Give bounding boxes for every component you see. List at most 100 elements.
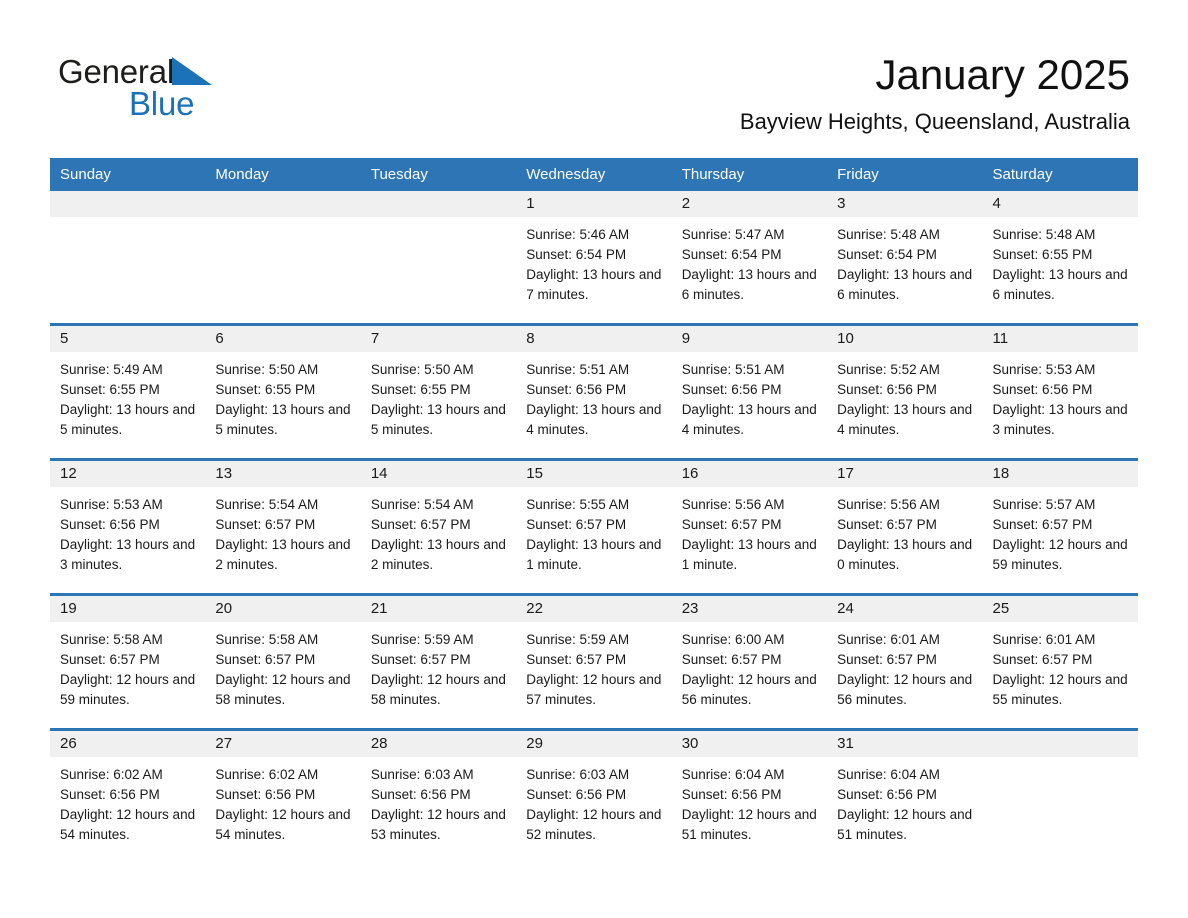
sunrise-sunset-calendar: Sunday Monday Tuesday Wednesday Thursday Frid…	[50, 158, 1138, 863]
day-cell-inner: 18 Sunrise: 5:57 AM Sunset: 6:57 PM Dayligh…	[982, 461, 1138, 593]
weekday-header-tuesday: Tuesday	[360, 158, 517, 191]
day-cell-inner: 30 Sunrise: 6:04 AM Sunset: 6:56 PM Dayligh…	[671, 731, 828, 863]
day-details: Sunrise: 5:59 AM Sunset: 6:57 PM Daylight:…	[361, 622, 516, 710]
day-cell-inner: 12 Sunrise: 5:53 AM Sunset: 6:56 PM Dayligh…	[50, 461, 206, 593]
calendar-day-cell[interactable]: 17 Sunrise: 5:56 AM Sunset: 6:57 PM Dayligh…	[827, 458, 983, 595]
day-number: 29	[516, 731, 672, 757]
sunrise-text: Sunrise: 5:48 AM	[992, 227, 1096, 242]
sunset-text: Sunset: 6:55 PM	[60, 382, 160, 397]
daylight-text: Daylight: 12 hours and 58 minutes.	[370, 672, 506, 707]
calendar-day-cell[interactable]: 6 Sunrise: 5:50 AM Sunset: 6:55 PM Daylight…	[205, 323, 361, 460]
sunrise-text: Sunrise: 6:03 AM	[370, 767, 474, 782]
calendar-day-cell[interactable]: 31 Sunrise: 6:04 AM Sunset: 6:56 PM Dayligh…	[827, 728, 983, 863]
calendar-day-cell[interactable]: 7 Sunrise: 5:50 AM Sunset: 6:55 PM Daylight…	[360, 323, 517, 460]
sunrise-text: Sunrise: 6:01 AM	[992, 632, 1096, 647]
day-details: Sunrise: 5:49 AM Sunset: 6:55 PM Daylight:…	[50, 352, 205, 440]
daylight-text: Daylight: 13 hours and 6 minutes.	[837, 267, 973, 302]
weekday-header-friday: Friday	[827, 158, 983, 191]
day-cell-inner: 19 Sunrise: 5:58 AM Sunset: 6:57 PM Dayligh…	[50, 596, 206, 728]
calendar-day-cell[interactable]: 20 Sunrise: 5:58 AM Sunset: 6:57 PM Dayligh…	[205, 593, 361, 730]
calendar-day-cell[interactable]: 27 Sunrise: 6:02 AM Sunset: 6:56 PM Dayligh…	[205, 728, 361, 863]
sunrise-text: Sunrise: 5:50 AM	[370, 362, 474, 377]
calendar-day-cell[interactable]: 13 Sunrise: 5:54 AM Sunset: 6:57 PM Dayligh…	[205, 458, 361, 595]
sunrise-text: Sunrise: 5:59 AM	[526, 632, 630, 647]
calendar-day-cell[interactable]: 2 Sunrise: 5:47 AM Sunset: 6:54 PM Daylight…	[671, 191, 828, 325]
day-number	[360, 191, 517, 217]
day-details: Sunrise: 6:04 AM Sunset: 6:56 PM Daylight:…	[827, 757, 982, 845]
calendar-day-cell[interactable]: 28 Sunrise: 6:03 AM Sunset: 6:56 PM Dayligh…	[360, 728, 517, 863]
day-details: Sunrise: 5:46 AM Sunset: 6:54 PM Daylight:…	[516, 217, 671, 305]
sunrise-text: Sunrise: 5:50 AM	[215, 362, 319, 377]
calendar-day-cell[interactable]: 23 Sunrise: 6:00 AM Sunset: 6:57 PM Dayligh…	[671, 593, 828, 730]
weekday-header-monday: Monday	[205, 158, 361, 191]
calendar-day-cell[interactable]: 11 Sunrise: 5:53 AM Sunset: 6:56 PM Dayligh…	[982, 323, 1138, 460]
daylight-text: Daylight: 13 hours and 6 minutes.	[681, 267, 817, 302]
day-details: Sunrise: 5:52 AM Sunset: 6:56 PM Daylight:…	[827, 352, 982, 440]
calendar-day-cell[interactable]: 12 Sunrise: 5:53 AM Sunset: 6:56 PM Dayligh…	[50, 458, 206, 595]
calendar-day-cell[interactable]: 26 Sunrise: 6:02 AM Sunset: 6:56 PM Dayligh…	[50, 728, 206, 863]
weekday-header-wednesday: Wednesday	[516, 158, 672, 191]
calendar-day-cell[interactable]: 8 Sunrise: 5:51 AM Sunset: 6:56 PM Daylight…	[516, 323, 672, 460]
day-cell-inner: 29 Sunrise: 6:03 AM Sunset: 6:56 PM Dayligh…	[516, 731, 672, 863]
calendar-day-cell[interactable]: 21 Sunrise: 5:59 AM Sunset: 6:57 PM Dayligh…	[360, 593, 517, 730]
daylight-text: Daylight: 12 hours and 56 minutes.	[837, 672, 973, 707]
day-details: Sunrise: 5:56 AM Sunset: 6:57 PM Daylight:…	[672, 487, 827, 575]
calendar-day-cell[interactable]: 29 Sunrise: 6:03 AM Sunset: 6:56 PM Dayligh…	[516, 728, 672, 863]
day-number: 28	[360, 731, 517, 757]
day-details: Sunrise: 5:47 AM Sunset: 6:54 PM Daylight:…	[672, 217, 827, 305]
calendar-day-cell-empty	[982, 728, 1138, 863]
day-cell-inner: 10 Sunrise: 5:52 AM Sunset: 6:56 PM Dayligh…	[827, 326, 983, 458]
calendar-day-cell[interactable]: 4 Sunrise: 5:48 AM Sunset: 6:55 PM Daylight…	[982, 191, 1138, 325]
sunset-text: Sunset: 6:57 PM	[681, 517, 782, 532]
daylight-text: Daylight: 13 hours and 5 minutes.	[370, 402, 506, 437]
calendar-day-cell[interactable]: 16 Sunrise: 5:56 AM Sunset: 6:57 PM Dayligh…	[671, 458, 828, 595]
day-cell-inner: 11 Sunrise: 5:53 AM Sunset: 6:56 PM Dayligh…	[982, 326, 1138, 458]
day-cell-inner	[205, 191, 361, 323]
calendar-day-cell[interactable]: 24 Sunrise: 6:01 AM Sunset: 6:57 PM Dayligh…	[827, 593, 983, 730]
brand-logo[interactable]: General Blue	[58, 52, 358, 132]
daylight-text: Daylight: 13 hours and 6 minutes.	[992, 267, 1128, 302]
calendar-day-cell[interactable]: 14 Sunrise: 5:54 AM Sunset: 6:57 PM Dayligh…	[360, 458, 517, 595]
calendar-day-cell[interactable]: 25 Sunrise: 6:01 AM Sunset: 6:57 PM Dayligh…	[982, 593, 1138, 730]
daylight-text: Daylight: 13 hours and 4 minutes.	[526, 402, 662, 437]
calendar-day-cell[interactable]: 18 Sunrise: 5:57 AM Sunset: 6:57 PM Dayligh…	[982, 458, 1138, 595]
sunrise-text: Sunrise: 5:51 AM	[681, 362, 785, 377]
daylight-text: Daylight: 13 hours and 4 minutes.	[681, 402, 817, 437]
calendar-day-cell[interactable]: 15 Sunrise: 5:55 AM Sunset: 6:57 PM Dayligh…	[516, 458, 672, 595]
daylight-text: Daylight: 12 hours and 52 minutes.	[526, 807, 662, 842]
sunrise-text: Sunrise: 5:58 AM	[215, 632, 319, 647]
day-number: 31	[827, 731, 983, 757]
day-number	[982, 731, 1138, 757]
sunrise-text: Sunrise: 6:03 AM	[526, 767, 630, 782]
brand-name-blue: Blue	[129, 85, 195, 122]
day-cell-inner: 23 Sunrise: 6:00 AM Sunset: 6:57 PM Dayligh…	[671, 596, 828, 728]
day-number: 8	[516, 326, 672, 352]
calendar-day-cell[interactable]: 3 Sunrise: 5:48 AM Sunset: 6:54 PM Daylight…	[827, 191, 983, 325]
day-details: Sunrise: 5:57 AM Sunset: 6:57 PM Daylight:…	[983, 487, 1138, 575]
sunrise-text: Sunrise: 5:47 AM	[681, 227, 785, 242]
day-cell-inner: 31 Sunrise: 6:04 AM Sunset: 6:56 PM Dayligh…	[827, 731, 983, 863]
calendar-day-cell[interactable]: 19 Sunrise: 5:58 AM Sunset: 6:57 PM Dayligh…	[50, 593, 206, 730]
day-cell-inner: 16 Sunrise: 5:56 AM Sunset: 6:57 PM Dayligh…	[671, 461, 828, 593]
sunset-text: Sunset: 6:56 PM	[526, 787, 627, 802]
calendar-day-cell[interactable]: 5 Sunrise: 5:49 AM Sunset: 6:55 PM Daylight…	[50, 323, 206, 460]
calendar-day-cell[interactable]: 1 Sunrise: 5:46 AM Sunset: 6:54 PM Daylight…	[516, 191, 672, 325]
calendar-day-cell[interactable]: 10 Sunrise: 5:52 AM Sunset: 6:56 PM Dayligh…	[827, 323, 983, 460]
day-number: 10	[827, 326, 983, 352]
calendar-day-cell[interactable]: 30 Sunrise: 6:04 AM Sunset: 6:56 PM Dayligh…	[671, 728, 828, 863]
day-details: Sunrise: 6:04 AM Sunset: 6:56 PM Daylight:…	[672, 757, 827, 845]
day-cell-inner: 3 Sunrise: 5:48 AM Sunset: 6:54 PM Daylight…	[827, 191, 983, 323]
sunrise-text: Sunrise: 6:02 AM	[215, 767, 319, 782]
day-number: 19	[50, 596, 206, 622]
calendar-week-row: 26 Sunrise: 6:02 AM Sunset: 6:56 PM Dayligh…	[50, 728, 1138, 863]
daylight-text: Daylight: 12 hours and 51 minutes.	[681, 807, 817, 842]
sunset-text: Sunset: 6:56 PM	[837, 787, 937, 802]
sunrise-text: Sunrise: 6:02 AM	[60, 767, 163, 782]
calendar-day-cell[interactable]: 22 Sunrise: 5:59 AM Sunset: 6:57 PM Dayligh…	[516, 593, 672, 730]
sunrise-text: Sunrise: 5:53 AM	[992, 362, 1096, 377]
day-number: 5	[50, 326, 206, 352]
daylight-text: Daylight: 12 hours and 53 minutes.	[370, 807, 506, 842]
day-number: 4	[982, 191, 1138, 217]
day-details: Sunrise: 5:58 AM Sunset: 6:57 PM Daylight:…	[205, 622, 360, 710]
calendar-day-cell[interactable]: 9 Sunrise: 5:51 AM Sunset: 6:56 PM Daylight…	[671, 323, 828, 460]
